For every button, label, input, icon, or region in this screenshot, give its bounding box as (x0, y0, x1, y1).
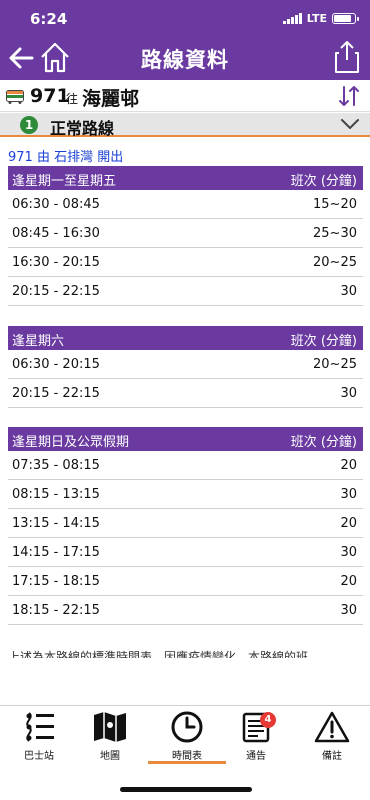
timetable-weekday: 逢星期一至星期五 班次 (分鐘) 06:30 - 08:45 15~20 08:4… (8, 166, 363, 306)
battery-icon (332, 13, 359, 24)
timetable-saturday: 逢星期六 班次 (分鐘) 06:30 - 20:15 20~25 20:15 - … (8, 326, 363, 408)
table-row: 06:30 - 20:15 20~25 (8, 350, 363, 379)
frequency-cell: 30 (340, 603, 357, 618)
timetable-sunday-holiday: 逢星期日及公眾假期 班次 (分鐘) 07:35 - 08:15 20 08:15 … (8, 427, 363, 625)
table-header: 逢星期一至星期五 班次 (分鐘) (8, 166, 363, 190)
notice-count-badge: 4 (260, 712, 276, 728)
swap-direction-icon[interactable] (338, 84, 360, 108)
note-text: 上述為本路線的標準時間表。因應疫情變化，本路線的班 (8, 650, 309, 658)
chevron-down-icon[interactable] (340, 117, 360, 131)
clock-icon (171, 711, 203, 743)
period-cell: 13:15 - 14:15 (12, 516, 100, 531)
tab-stops[interactable]: 巴士站 (9, 710, 69, 762)
share-icon[interactable] (334, 40, 360, 74)
network-label: LTE (306, 12, 327, 25)
frequency-cell: 15~20 (313, 197, 357, 212)
period-cell: 20:15 - 22:15 (12, 386, 100, 401)
frequency-cell: 20~25 (313, 357, 357, 372)
nav-bar: 路線資料 (0, 38, 370, 80)
period-cell: 06:30 - 08:45 (12, 197, 100, 212)
table-row: 08:15 - 13:15 30 (8, 480, 363, 509)
table-row: 20:15 - 22:15 30 (8, 379, 363, 408)
table-row: 17:15 - 18:15 20 (8, 567, 363, 596)
table-row: 18:15 - 22:15 30 (8, 596, 363, 625)
route-bar: 971 往 海麗邨 (0, 80, 370, 112)
table-row: 06:30 - 08:45 15~20 (8, 190, 363, 219)
frequency-cell: 20 (340, 458, 357, 473)
stops-icon (26, 712, 54, 742)
frequency-cell: 30 (340, 487, 357, 502)
frequency-cell: 20 (340, 574, 357, 589)
frequency-cell: 25~30 (313, 226, 357, 241)
route-number: 971 (30, 85, 70, 107)
table-row: 16:30 - 20:15 20~25 (8, 248, 363, 277)
day-label: 逢星期日及公眾假期 (12, 435, 130, 450)
status-indicators: LTE (282, 12, 359, 25)
variant-label: 正常路線 (50, 119, 115, 138)
app-header: 6:24 LTE 路線資料 (0, 0, 370, 80)
bus-icon (6, 90, 24, 104)
status-time: 6:24 (30, 10, 68, 28)
period-cell: 08:45 - 16:30 (12, 226, 100, 241)
frequency-cell: 30 (340, 386, 357, 401)
period-cell: 16:30 - 20:15 (12, 255, 100, 270)
signal-icon (282, 13, 302, 24)
route-destination: 海麗邨 (82, 88, 140, 110)
period-cell: 18:15 - 22:15 (12, 603, 100, 618)
table-header: 逢星期日及公眾假期 班次 (分鐘) (8, 427, 363, 451)
tab-timetable[interactable]: 時間表 (157, 710, 217, 762)
period-cell: 06:30 - 20:15 (12, 357, 100, 372)
home-indicator (120, 787, 252, 792)
table-row: 20:15 - 22:15 30 (8, 277, 363, 306)
day-label: 逢星期一至星期五 (12, 174, 117, 189)
frequency-header: 班次 (分鐘) (290, 334, 357, 349)
tab-label: 時間表 (172, 751, 202, 762)
warning-icon (314, 711, 350, 743)
period-cell: 07:35 - 08:15 (12, 458, 100, 473)
period-cell: 17:15 - 18:15 (12, 574, 100, 589)
direction-word: 往 (66, 92, 79, 106)
tab-remarks[interactable]: 備註 (302, 710, 362, 762)
frequency-cell: 30 (340, 284, 357, 299)
variant-number-badge: 1 (20, 116, 38, 134)
tab-notices[interactable]: 4 通告 (226, 710, 286, 762)
bottom-tab-bar: 巴士站 地圖 時間表 4 通告 備註 (0, 705, 370, 800)
period-cell: 20:15 - 22:15 (12, 284, 100, 299)
tab-label: 備註 (322, 751, 342, 762)
map-icon (94, 712, 126, 742)
active-tab-indicator (148, 761, 226, 764)
period-cell: 08:15 - 13:15 (12, 487, 100, 502)
status-bar: 6:24 LTE (0, 10, 370, 30)
day-label: 逢星期六 (12, 334, 65, 349)
frequency-cell: 20 (340, 516, 357, 531)
table-row: 13:15 - 14:15 20 (8, 509, 363, 538)
departure-info: 971 由 石排灣 開出 (8, 150, 124, 165)
table-row: 07:35 - 08:15 20 (8, 451, 363, 480)
table-row: 08:45 - 16:30 25~30 (8, 219, 363, 248)
frequency-header: 班次 (分鐘) (290, 435, 357, 450)
tab-map[interactable]: 地圖 (80, 710, 140, 762)
tab-label: 通告 (246, 751, 266, 762)
route-variant-selector[interactable]: 1 正常路線 (0, 113, 370, 138)
frequency-cell: 30 (340, 545, 357, 560)
frequency-cell: 20~25 (313, 255, 357, 270)
page-title: 路線資料 (141, 48, 229, 72)
table-row: 14:15 - 17:15 30 (8, 538, 363, 567)
table-header: 逢星期六 班次 (分鐘) (8, 326, 363, 350)
period-cell: 14:15 - 17:15 (12, 545, 100, 560)
tab-label: 巴士站 (24, 751, 54, 762)
timetable-note: 上述為本路線的標準時間表。因應疫情變化，本路線的班 (8, 646, 368, 658)
frequency-header: 班次 (分鐘) (290, 174, 357, 189)
tab-label: 地圖 (100, 751, 120, 762)
